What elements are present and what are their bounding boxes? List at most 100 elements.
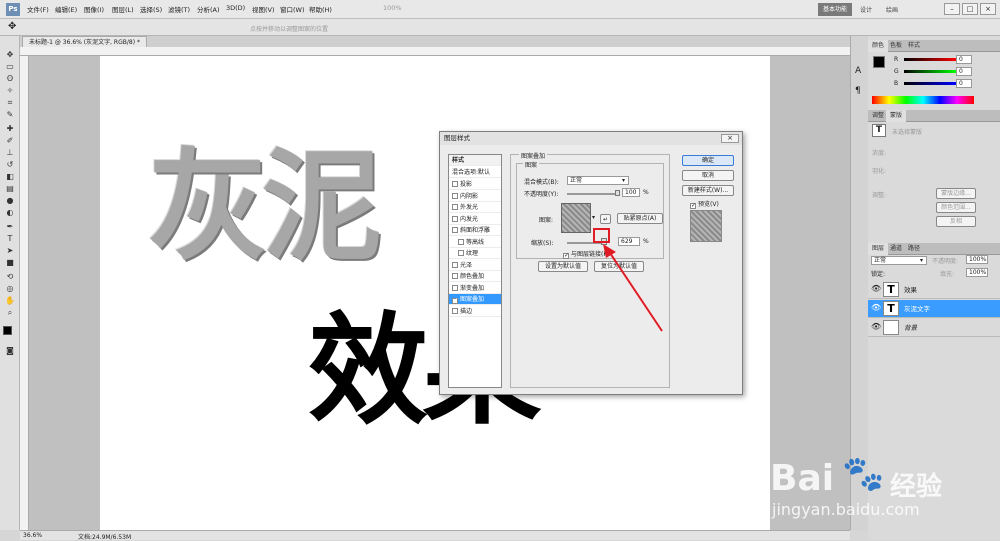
maximize-button[interactable]: □	[962, 3, 978, 15]
move-icon[interactable]: ✥	[4, 50, 16, 60]
opacity-slider-handle[interactable]	[615, 190, 620, 196]
foreground-color-swatch[interactable]	[3, 326, 12, 335]
layer-row[interactable]: 👁 背景	[868, 319, 1000, 337]
effect-row[interactable]: 外发光	[449, 202, 501, 213]
tab-styles[interactable]: 样式	[904, 40, 924, 52]
menu-select[interactable]: 选择(S)	[140, 4, 162, 14]
blending-options[interactable]: 混合选项:默认	[449, 167, 501, 178]
document-tab[interactable]: 未标题-1 @ 36.6% (灰泥文字, RGB/8) *	[22, 36, 147, 47]
zoom-icon[interactable]: ⌕	[4, 308, 16, 318]
layer-row[interactable]: 👁 T 效果	[868, 281, 1000, 299]
effect-checkbox[interactable]	[452, 261, 458, 268]
green-slider[interactable]	[904, 70, 956, 73]
close-button[interactable]: ×	[980, 3, 996, 15]
effect-checkbox[interactable]	[452, 307, 458, 314]
menu-analysis[interactable]: 分析(A)	[197, 4, 220, 14]
workspace-design[interactable]: 设计	[860, 5, 872, 14]
styles-header[interactable]: 样式	[449, 155, 501, 166]
visibility-eye-icon[interactable]: 👁	[871, 285, 881, 293]
menu-file[interactable]: 文件(F)	[27, 4, 49, 14]
menu-edit[interactable]: 编辑(E)	[55, 4, 77, 14]
tab-paths[interactable]: 路径	[904, 243, 924, 255]
pattern-swatch[interactable]	[561, 203, 591, 233]
effect-row[interactable]: 描边	[449, 306, 501, 317]
tab-swatches[interactable]: 色板	[886, 40, 906, 52]
preview-option[interactable]: ✓ 预览(V)	[690, 199, 719, 209]
type-icon[interactable]: T	[4, 234, 16, 244]
effect-checkbox[interactable]	[458, 238, 464, 245]
tab-layers[interactable]: 图层	[868, 243, 889, 255]
red-slider[interactable]	[904, 58, 956, 61]
blur-icon[interactable]: ●	[4, 196, 16, 206]
crop-icon[interactable]: ⌗	[4, 98, 16, 108]
layer-row[interactable]: 👁 T 灰泥文字	[868, 300, 1000, 318]
dodge-icon[interactable]: ◐	[4, 208, 16, 218]
pattern-dropdown-icon[interactable]: ▾	[592, 214, 598, 223]
layer-blend-mode[interactable]: 正常 ▾	[871, 256, 927, 265]
visibility-eye-icon[interactable]: 👁	[871, 323, 881, 331]
move-tool-icon[interactable]: ✥	[8, 21, 16, 32]
workspace-essentials[interactable]: 基本功能	[818, 3, 853, 16]
character-icon[interactable]: A	[855, 66, 861, 76]
effect-checkbox[interactable]	[452, 273, 458, 279]
ok-button[interactable]: 确定	[682, 155, 734, 166]
opacity-slider[interactable]	[567, 193, 617, 195]
layer-opacity-input[interactable]: 100%	[966, 255, 988, 264]
make-default-button[interactable]: 设置为默认值	[538, 261, 588, 272]
3d-camera-icon[interactable]: ◎	[4, 284, 16, 294]
effect-checkbox[interactable]: ✓	[452, 298, 458, 304]
blend-mode-select[interactable]: 正常 ▾	[567, 176, 629, 185]
effect-row[interactable]: 等高线	[449, 237, 501, 248]
menu-help[interactable]: 帮助(H)	[309, 4, 332, 14]
visibility-eye-icon[interactable]: 👁	[871, 304, 881, 312]
effect-checkbox[interactable]	[452, 284, 458, 291]
history-brush-icon[interactable]: ↺	[4, 160, 16, 170]
effect-row[interactable]: 纹理	[449, 248, 501, 259]
zoom-status[interactable]: 36.6%	[23, 532, 42, 539]
text-huini[interactable]: 灰泥	[148, 148, 382, 268]
zoom-level[interactable]: 100%	[383, 4, 402, 12]
menu-layer[interactable]: 图层(L)	[112, 4, 134, 14]
effect-checkbox[interactable]	[452, 181, 458, 187]
effect-row[interactable]: 斜面和浮雕	[449, 225, 501, 236]
eyedropper-icon[interactable]: ✎	[4, 110, 16, 120]
link-checkbox[interactable]: ✓	[563, 253, 569, 259]
new-preset-icon[interactable]: ↵	[600, 214, 611, 224]
paragraph-icon[interactable]: ¶	[855, 86, 861, 96]
effect-checkbox[interactable]	[458, 250, 464, 256]
snap-origin-button[interactable]: 贴紧原点(A)	[617, 213, 663, 224]
gradient-icon[interactable]: ▤	[4, 184, 16, 194]
marquee-icon[interactable]: ▭	[4, 62, 16, 72]
layer-name[interactable]: 灰泥文字	[904, 300, 930, 318]
mask-edge-button[interactable]: 蒙版边缘...	[936, 188, 976, 199]
stamp-icon[interactable]: ⊥	[4, 148, 16, 158]
menu-3d[interactable]: 3D(D)	[226, 4, 245, 12]
hand-icon[interactable]: ✋	[4, 296, 16, 306]
brush-icon[interactable]: ✐	[4, 136, 16, 146]
fill-input[interactable]: 100%	[966, 268, 988, 277]
effect-row[interactable]: 内阴影	[449, 191, 501, 202]
menu-image[interactable]: 图像(I)	[84, 4, 104, 14]
new-style-button[interactable]: 新建样式(W)...	[682, 185, 734, 196]
lasso-icon[interactable]: ʘ	[4, 74, 16, 84]
layer-name[interactable]: 背景	[904, 319, 917, 337]
effect-row[interactable]: 投影	[449, 179, 501, 190]
effect-row[interactable]: 渐变叠加	[449, 283, 501, 294]
cancel-button[interactable]: 取消	[682, 170, 734, 181]
tab-masks[interactable]: 蒙版	[886, 110, 907, 122]
color-range-button[interactable]: 颜色范围...	[936, 202, 976, 213]
shape-icon[interactable]: ■	[4, 258, 16, 268]
path-select-icon[interactable]: ➤	[4, 246, 16, 256]
minimize-button[interactable]: –	[944, 3, 960, 15]
tab-color[interactable]: 颜色	[868, 40, 889, 52]
invert-button[interactable]: 反相	[936, 216, 976, 227]
tab-adjustments[interactable]: 调整	[868, 110, 888, 122]
menu-window[interactable]: 窗口(W)	[280, 4, 305, 14]
effect-row[interactable]: ✓ 图案叠加	[449, 294, 501, 305]
tab-channels[interactable]: 通道	[886, 243, 906, 255]
color-spectrum[interactable]	[872, 96, 974, 104]
effect-checkbox[interactable]	[452, 227, 458, 233]
pen-icon[interactable]: ✒	[4, 222, 16, 232]
opacity-input[interactable]: 100	[622, 188, 640, 197]
blue-slider[interactable]	[904, 82, 956, 85]
